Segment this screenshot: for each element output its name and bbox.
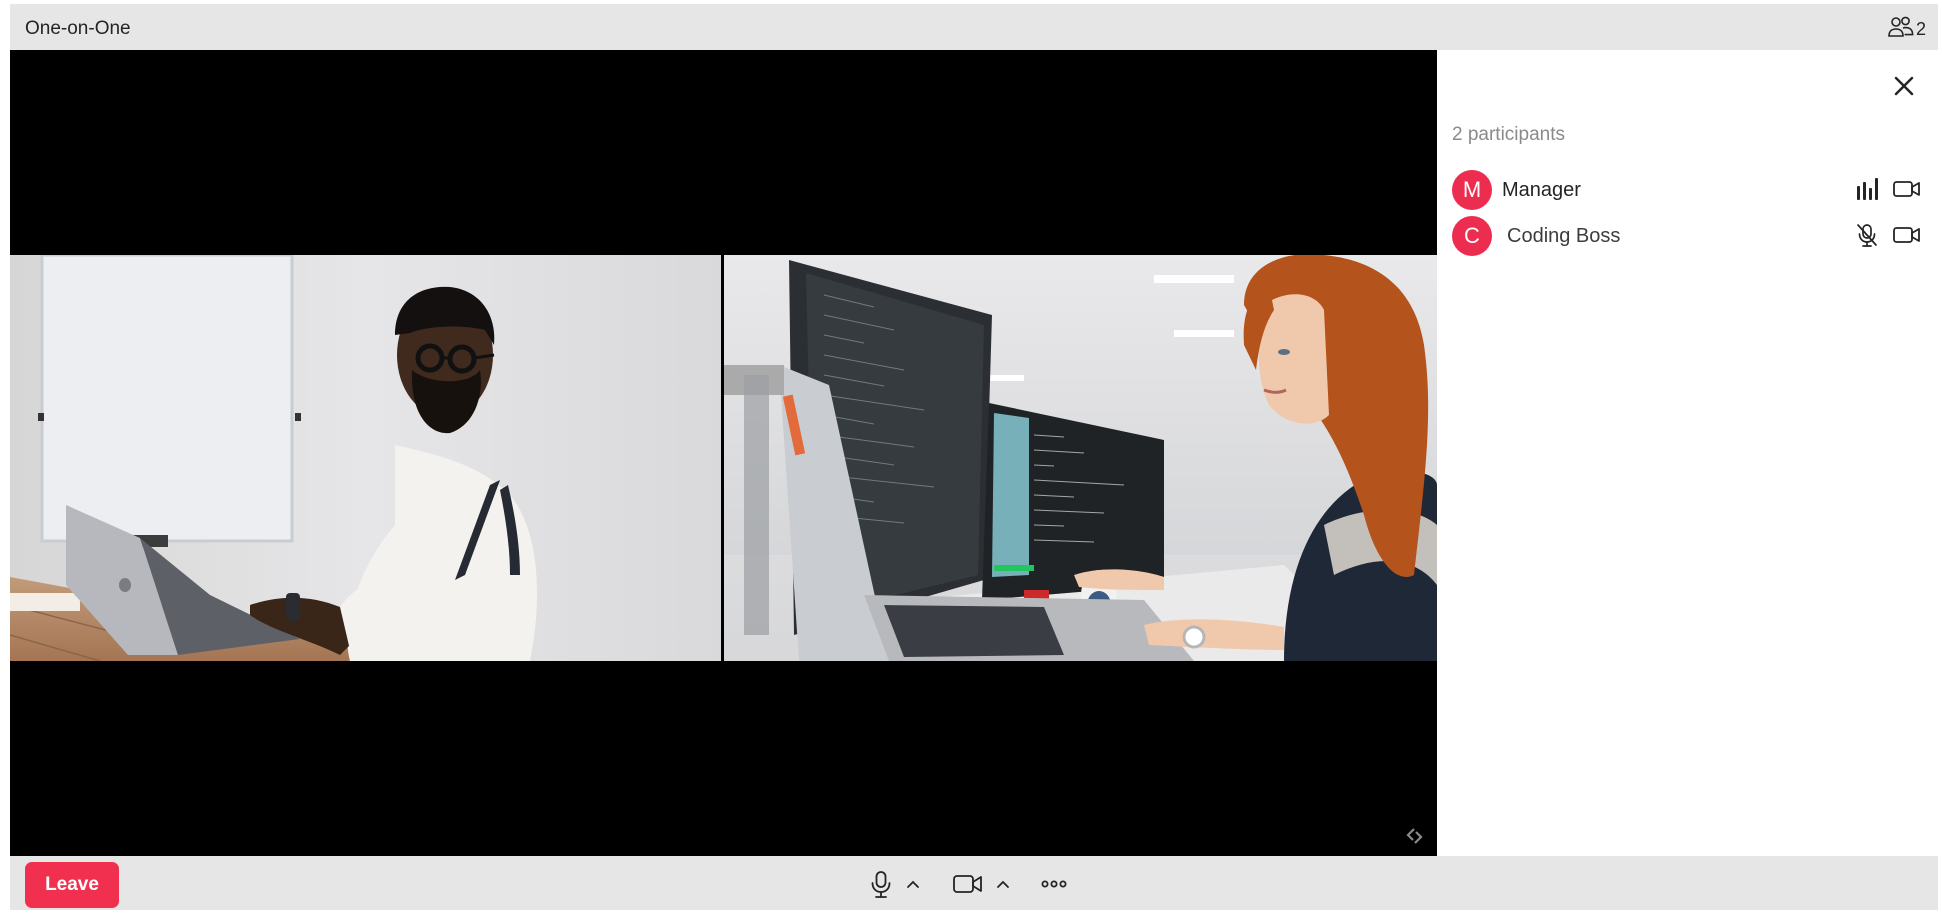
- participant-row-coding-boss[interactable]: C Coding Boss: [1452, 216, 1922, 256]
- participants-count-label: 2 participants: [1452, 124, 1566, 145]
- participant-name: Manager: [1502, 178, 1581, 201]
- meeting-title: One-on-One: [25, 18, 131, 39]
- participant-name: Coding Boss: [1507, 224, 1621, 247]
- people-icon: [1888, 16, 1914, 43]
- leave-button[interactable]: Leave: [25, 862, 119, 908]
- more-options-icon[interactable]: [1040, 879, 1068, 889]
- audio-level-icon: [1854, 176, 1880, 207]
- expand-icon[interactable]: [1403, 824, 1427, 848]
- camera-on-icon: [1892, 178, 1922, 205]
- camera-icon[interactable]: [952, 872, 984, 896]
- title-bar: One-on-One 2: [10, 4, 1938, 50]
- microphone-icon[interactable]: [868, 869, 894, 899]
- camera-options-caret[interactable]: [992, 873, 1014, 895]
- participants-toggle-button[interactable]: 2: [1888, 16, 1926, 43]
- control-bar: Leave: [10, 856, 1938, 910]
- mic-options-caret[interactable]: [902, 873, 924, 895]
- participant-row-manager[interactable]: M Manager: [1452, 170, 1922, 210]
- video-feed-manager: [10, 255, 721, 661]
- video-stage: [10, 50, 1437, 856]
- media-controls: [868, 868, 1068, 900]
- video-tile-coding-boss[interactable]: [724, 255, 1437, 661]
- avatar: C: [1452, 216, 1492, 256]
- video-tile-manager[interactable]: [10, 255, 721, 661]
- meeting-window: One-on-One 2 2 participants M Manager C …: [10, 4, 1938, 910]
- video-feed-coding-boss: [724, 255, 1437, 661]
- avatar: M: [1452, 170, 1492, 210]
- camera-on-icon: [1892, 224, 1922, 251]
- close-icon[interactable]: [1890, 72, 1918, 100]
- participant-count: 2: [1915, 19, 1926, 39]
- participants-panel: 2 participants M Manager C Coding Boss: [1437, 50, 1938, 856]
- mic-muted-icon: [1854, 222, 1880, 253]
